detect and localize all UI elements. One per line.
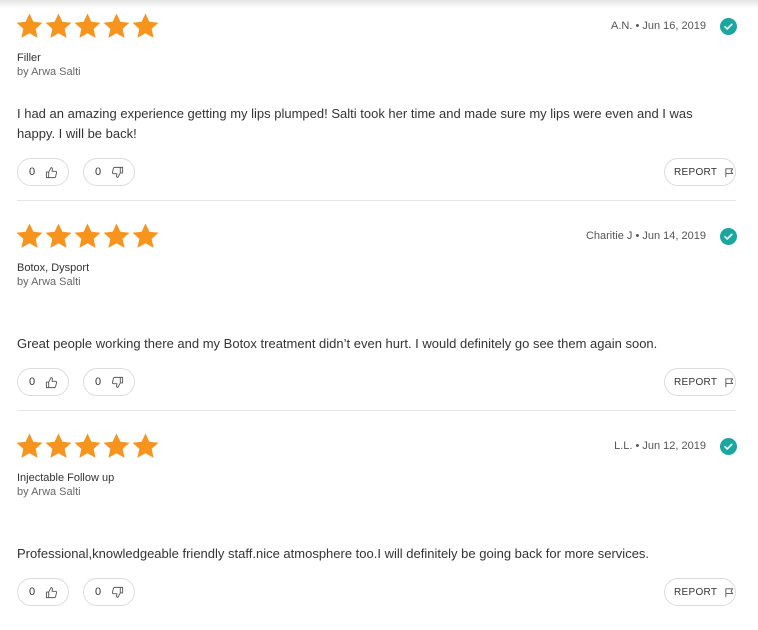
star-rating (15, 12, 160, 41)
thumbs-down-icon (111, 376, 124, 389)
star-rating (15, 432, 160, 461)
review-meta: A.N. • Jun 16, 2019 (611, 20, 706, 32)
report-label: REPORT (674, 376, 718, 388)
downvote-button[interactable]: 0 (83, 368, 135, 396)
downvote-button[interactable]: 0 (83, 578, 135, 606)
provider-name[interactable]: by Arwa Salti (17, 486, 81, 498)
vote-actions: 0 0 (17, 158, 149, 186)
upvote-count: 0 (29, 586, 36, 598)
upvote-count: 0 (29, 166, 36, 178)
star-icon (131, 432, 160, 461)
star-icon (44, 222, 73, 251)
downvote-count: 0 (95, 376, 102, 388)
review-meta: L.L. • Jun 12, 2019 (614, 440, 706, 452)
review-text: Great people working there and my Botox … (17, 336, 658, 351)
thumbs-down-icon (111, 586, 124, 599)
treatment-name[interactable]: Botox, Dysport (17, 262, 89, 274)
divider (17, 200, 736, 201)
star-icon (44, 12, 73, 41)
review-list: A.N. • Jun 16, 2019 Filler by Arwa Salti… (0, 0, 758, 630)
provider-name[interactable]: by Arwa Salti (17, 276, 81, 288)
star-icon (102, 432, 131, 461)
upvote-button[interactable]: 0 (17, 368, 69, 396)
report-button[interactable]: REPORT (664, 578, 736, 606)
star-icon (102, 222, 131, 251)
review-card: A.N. • Jun 16, 2019 Filler by Arwa Salti… (0, 0, 758, 210)
thumbs-up-icon (45, 166, 58, 179)
treatment-name[interactable]: Injectable Follow up (17, 472, 114, 484)
downvote-button[interactable]: 0 (83, 158, 135, 186)
flag-icon (717, 587, 735, 598)
review-meta: Charitie J • Jun 14, 2019 (585, 230, 706, 242)
check-circle-icon (720, 18, 737, 35)
upvote-count: 0 (29, 376, 36, 388)
star-icon (131, 222, 160, 251)
thumbs-down-icon (111, 166, 124, 179)
downvote-count: 0 (95, 166, 102, 178)
vote-actions: 0 0 (17, 368, 149, 396)
flag-icon (717, 167, 735, 178)
upvote-button[interactable]: 0 (17, 578, 69, 606)
review-card: L.L. • Jun 12, 2019 Injectable Follow up… (0, 420, 758, 630)
star-icon (102, 12, 131, 41)
check-circle-icon (720, 228, 737, 245)
flag-icon (717, 377, 735, 388)
thumbs-up-icon (45, 586, 58, 599)
star-icon (131, 12, 160, 41)
thumbs-up-icon (45, 376, 58, 389)
review-text: I had an amazing experience getting my l… (17, 106, 693, 141)
treatment-name[interactable]: Filler (17, 52, 41, 64)
report-button[interactable]: REPORT (664, 368, 736, 396)
review-text: Professional,knowledgeable friendly staf… (17, 546, 650, 561)
report-label: REPORT (674, 166, 718, 178)
provider-name[interactable]: by Arwa Salti (17, 66, 81, 78)
star-icon (15, 12, 44, 41)
downvote-count: 0 (95, 586, 102, 598)
star-icon (73, 222, 102, 251)
report-button[interactable]: REPORT (664, 158, 736, 186)
review-card: Charitie J • Jun 14, 2019 Botox, Dysport… (0, 210, 758, 420)
divider (17, 410, 736, 411)
star-icon (15, 432, 44, 461)
star-icon (44, 432, 73, 461)
star-rating (15, 222, 160, 251)
upvote-button[interactable]: 0 (17, 158, 69, 186)
vote-actions: 0 0 (17, 578, 149, 606)
check-circle-icon (720, 438, 737, 455)
star-icon (73, 432, 102, 461)
report-label: REPORT (674, 586, 718, 598)
star-icon (73, 12, 102, 41)
star-icon (15, 222, 44, 251)
